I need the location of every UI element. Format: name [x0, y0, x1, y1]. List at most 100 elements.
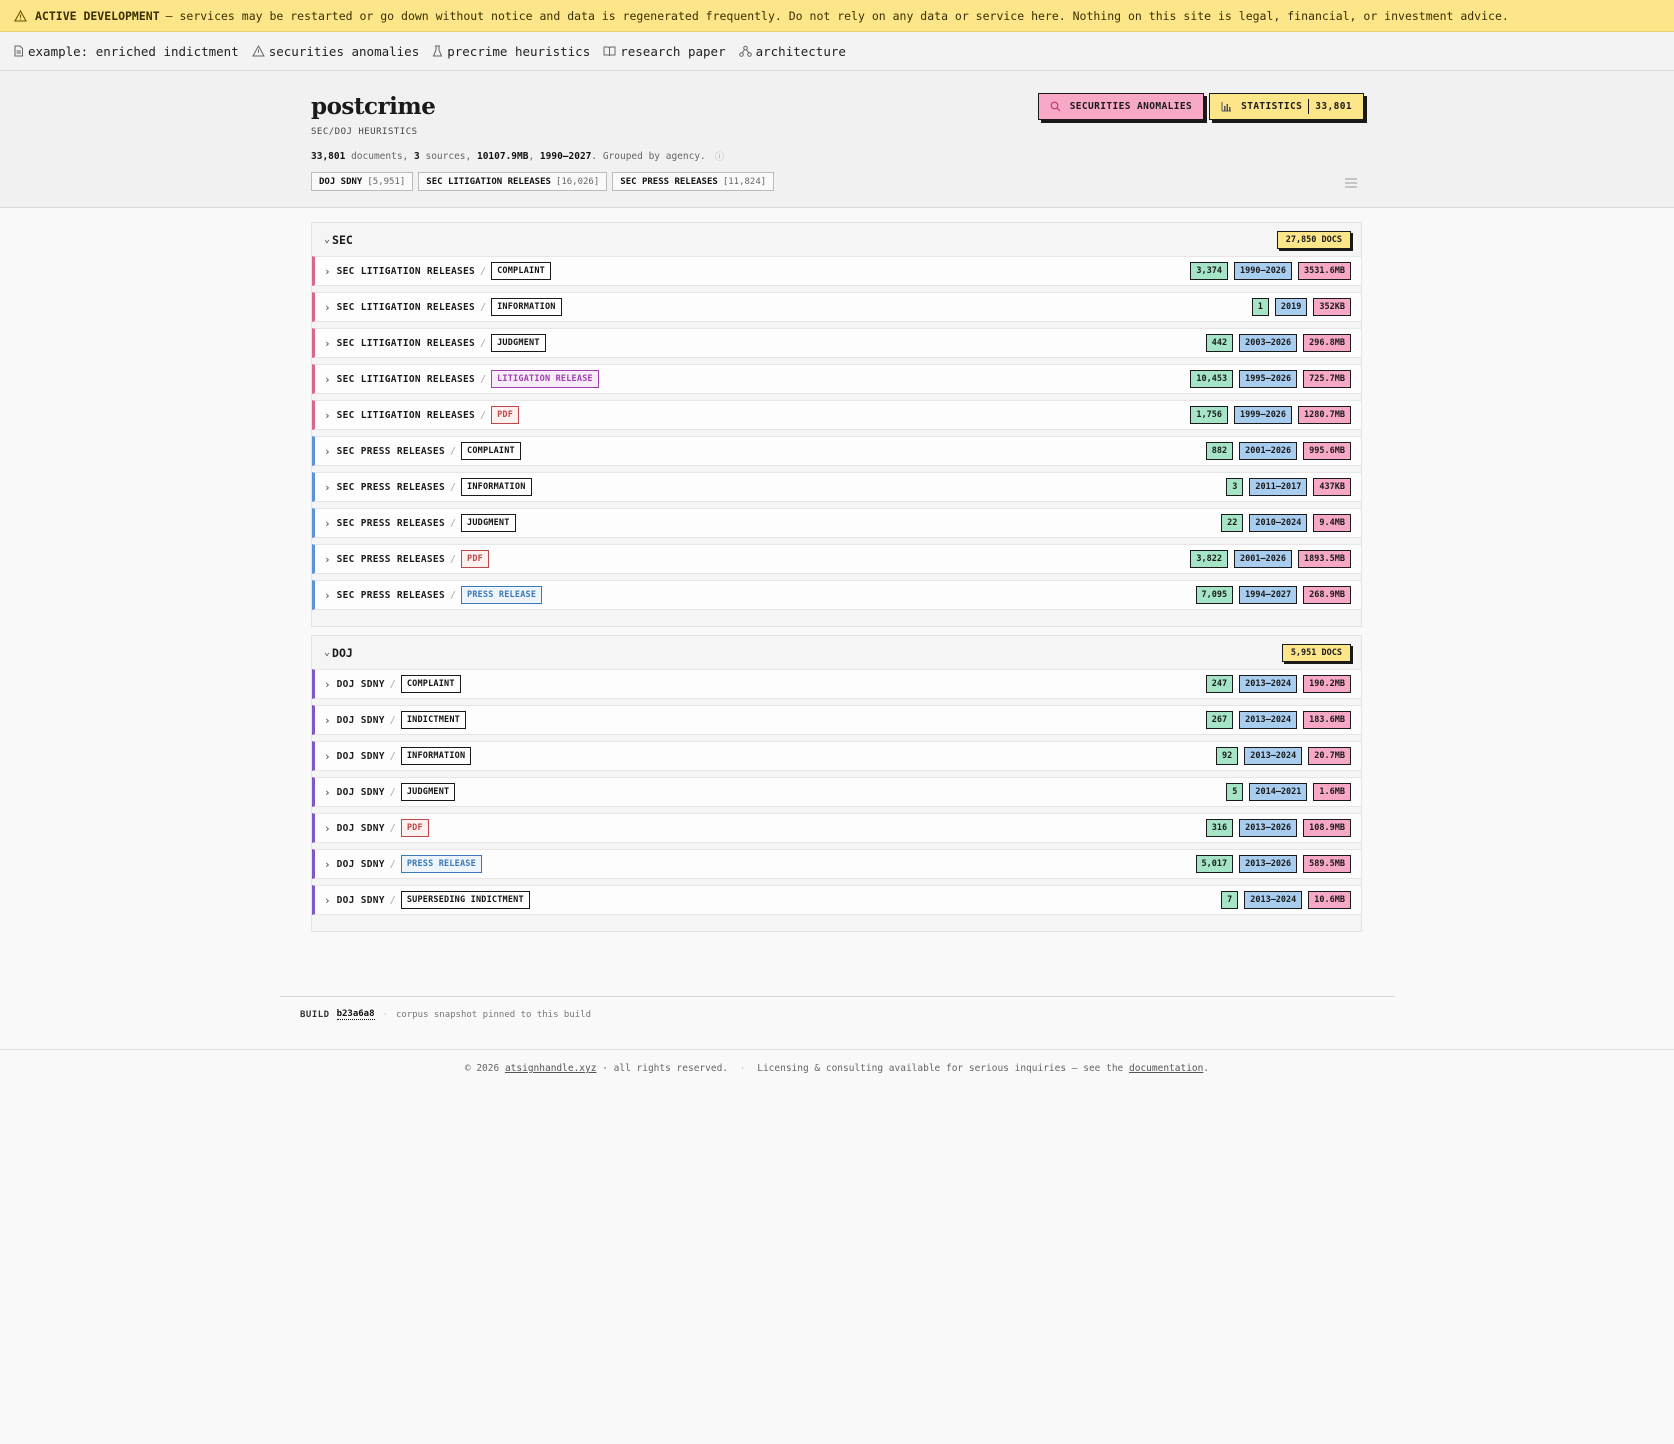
row-count-badge: 3,822 — [1190, 550, 1228, 568]
row-badges: 10,453 1995–2026 725.7MB — [1184, 370, 1351, 388]
file-icon — [14, 45, 23, 57]
table-row[interactable]: › SEC LITIGATION RELEASES / PDF 1,756 1999–20… — [312, 400, 1361, 430]
row-count-badge: 1 — [1251, 298, 1269, 316]
chevron-right-icon: › — [324, 588, 331, 602]
stat-grouped: . Grouped by agency. — [591, 150, 706, 162]
chevron-right-icon: › — [324, 480, 331, 494]
row-count-badge: 247 — [1205, 675, 1234, 693]
row-size-badge: 296.8MB — [1303, 334, 1351, 352]
table-row[interactable]: › SEC PRESS RELEASES / PRESS RELEASE 7,095 19… — [312, 580, 1361, 610]
row-source: DOJ SDNY — [336, 786, 385, 798]
table-row[interactable]: › SEC LITIGATION RELEASES / INFORMATION 1 201… — [312, 292, 1361, 322]
table-row[interactable]: › SEC PRESS RELEASES / PDF 3,822 2001–2026 189… — [312, 544, 1361, 574]
site-subtitle: SEC/DOJ HEURISTICS — [311, 127, 418, 137]
table-row[interactable]: › DOJ SDNY / SUPERSEDING INDICTMENT 7 2013–20… — [312, 885, 1361, 915]
footer-licensing: Licensing & consulting available for ser… — [757, 1063, 1124, 1074]
footer-documentation-link[interactable]: documentation — [1129, 1063, 1203, 1074]
separator-slash: / — [480, 265, 487, 277]
source-chip-sec-press[interactable]: SEC PRESS RELEASES [11,824] — [612, 172, 775, 191]
table-row[interactable]: › SEC LITIGATION RELEASES / JUDGMENT 442 2003… — [312, 328, 1361, 358]
row-doc-type-tag: INDICTMENT — [400, 711, 466, 729]
info-icon[interactable]: ⓘ — [715, 149, 725, 163]
group-name: SEC — [332, 232, 353, 247]
row-count-badge: 316 — [1205, 819, 1234, 837]
banner-title: ACTIVE DEVELOPMENT — [35, 8, 160, 23]
row-badges: 92 2013–2024 20.7MB — [1210, 747, 1351, 765]
warning-triangle-icon — [14, 9, 27, 22]
separator-slash: / — [480, 301, 487, 313]
row-doc-type-tag: SUPERSEDING INDICTMENT — [400, 891, 530, 909]
menu-icon[interactable] — [1345, 173, 1357, 192]
chevron-down-icon: ⌄ — [324, 234, 331, 245]
nav-item-example[interactable]: example: enriched indictment — [13, 44, 239, 59]
source-chip-count: [11,824] — [722, 176, 767, 187]
row-source: SEC PRESS RELEASES — [336, 481, 445, 493]
chevron-right-icon: › — [324, 516, 331, 530]
chevron-right-icon: › — [324, 785, 331, 799]
row-size-badge: 1.6MB — [1313, 783, 1351, 801]
table-row[interactable]: › DOJ SDNY / PRESS RELEASE 5,017 2013–2026 589… — [312, 849, 1361, 879]
table-row[interactable]: › DOJ SDNY / PDF 316 2013–2026 108.9MB — [312, 813, 1361, 843]
row-count-badge: 5 — [1226, 783, 1244, 801]
table-row[interactable]: › SEC PRESS RELEASES / JUDGMENT 22 2010–2024 9… — [312, 508, 1361, 538]
footer-site-link[interactable]: atsignhandle.xyz — [505, 1063, 597, 1074]
chevron-right-icon: › — [324, 893, 331, 907]
chevron-down-icon: ⌄ — [324, 647, 331, 658]
row-badges: 247 2013–2024 190.2MB — [1200, 675, 1351, 693]
source-chip-count: [16,026] — [555, 176, 600, 187]
source-chip-sec-litigation[interactable]: SEC LITIGATION RELEASES [16,026] — [418, 172, 608, 191]
source-chip-doj-sdny[interactable]: DOJ SDNY [5,951] — [311, 172, 414, 191]
table-row[interactable]: › DOJ SDNY / INDICTMENT 267 2013–2024 183.6MB — [312, 705, 1361, 735]
table-row[interactable]: › SEC PRESS RELEASES / COMPLAINT 882 2001–202… — [312, 436, 1361, 466]
search-icon — [1050, 101, 1061, 112]
row-years-badge: 2013–2026 — [1239, 819, 1298, 837]
group-rows: › SEC LITIGATION RELEASES / COMPLAINT 3,374 1… — [312, 256, 1361, 610]
row-doc-type-tag: JUDGMENT — [491, 334, 546, 352]
group-doj: ⌄ DOJ 5,951 DOCS › DOJ SDNY / COMPLAINT 247 2… — [311, 635, 1362, 932]
site-title: postcrime — [311, 93, 436, 120]
anomalies-label: SECURITIES ANOMALIES — [1069, 101, 1193, 112]
row-source: DOJ SDNY — [336, 750, 385, 762]
row-doc-type-tag: COMPLAINT — [491, 262, 551, 280]
securities-anomalies-button[interactable]: SECURITIES ANOMALIES — [1037, 93, 1205, 120]
row-years-badge: 2001–2026 — [1233, 550, 1293, 568]
nav-item-securities-anomalies[interactable]: securities anomalies — [251, 44, 419, 59]
group-docs-badge: 27,850 DOCS — [1276, 231, 1351, 249]
statistics-button[interactable]: STATISTICS 33,801 — [1209, 93, 1364, 120]
row-doc-type-tag: PRESS RELEASE — [461, 586, 543, 604]
table-row[interactable]: › DOJ SDNY / COMPLAINT 247 2013–2024 190.2MB — [312, 669, 1361, 699]
row-count-badge: 3,374 — [1190, 262, 1228, 280]
row-size-badge: 9.4MB — [1313, 514, 1351, 532]
row-years-badge: 1995–2026 — [1239, 370, 1298, 388]
group-header-doj[interactable]: ⌄ DOJ 5,951 DOCS — [312, 636, 1361, 669]
stat-size: 10107.9MB — [476, 150, 529, 162]
table-row[interactable]: › SEC LITIGATION RELEASES / LITIGATION RELE… — [312, 364, 1361, 394]
row-size-badge: 3531.6MB — [1298, 262, 1351, 280]
build-hash[interactable]: b23a6a8 — [336, 1009, 375, 1020]
row-badges: 882 2001–2026 995.6MB — [1200, 442, 1351, 460]
chevron-right-icon: › — [324, 821, 331, 835]
stat-sources-label: sources, — [425, 150, 472, 162]
row-size-badge: 589.5MB — [1303, 855, 1351, 873]
chevron-right-icon: › — [324, 857, 331, 871]
chevron-right-icon: › — [324, 552, 331, 566]
separator-slash: / — [480, 409, 487, 421]
table-row[interactable]: › DOJ SDNY / JUDGMENT 5 2014–2021 1.6MB — [312, 777, 1361, 807]
row-doc-type-tag: JUDGMENT — [400, 783, 456, 801]
table-row[interactable]: › SEC PRESS RELEASES / INFORMATION 3 2011–201… — [312, 472, 1361, 502]
build-label: BUILD — [300, 1009, 330, 1020]
stat-documents: 33,801 — [311, 150, 346, 162]
footer: © 2026 atsignhandle.xyz · all rights res… — [0, 1049, 1674, 1074]
book-icon — [603, 46, 616, 57]
nav-item-precrime-heuristics[interactable]: precrime heuristics — [432, 44, 590, 59]
table-row[interactable]: › DOJ SDNY / INFORMATION 92 2013–2024 20.7MB — [312, 741, 1361, 771]
table-row[interactable]: › SEC LITIGATION RELEASES / COMPLAINT 3,374 1… — [312, 256, 1361, 286]
row-source: DOJ SDNY — [336, 822, 385, 834]
group-header-sec[interactable]: ⌄ SEC 27,850 DOCS — [312, 223, 1361, 256]
row-source: SEC PRESS RELEASES — [336, 445, 445, 457]
row-badges: 1,756 1999–2026 1280.7MB — [1184, 406, 1351, 424]
group-rows: › DOJ SDNY / COMPLAINT 247 2013–2024 190.2MB › D… — [312, 669, 1361, 915]
nav-item-architecture[interactable]: architecture — [738, 44, 846, 59]
row-years-badge: 2013–2024 — [1239, 675, 1298, 693]
nav-item-research-paper[interactable]: research paper — [603, 44, 726, 59]
